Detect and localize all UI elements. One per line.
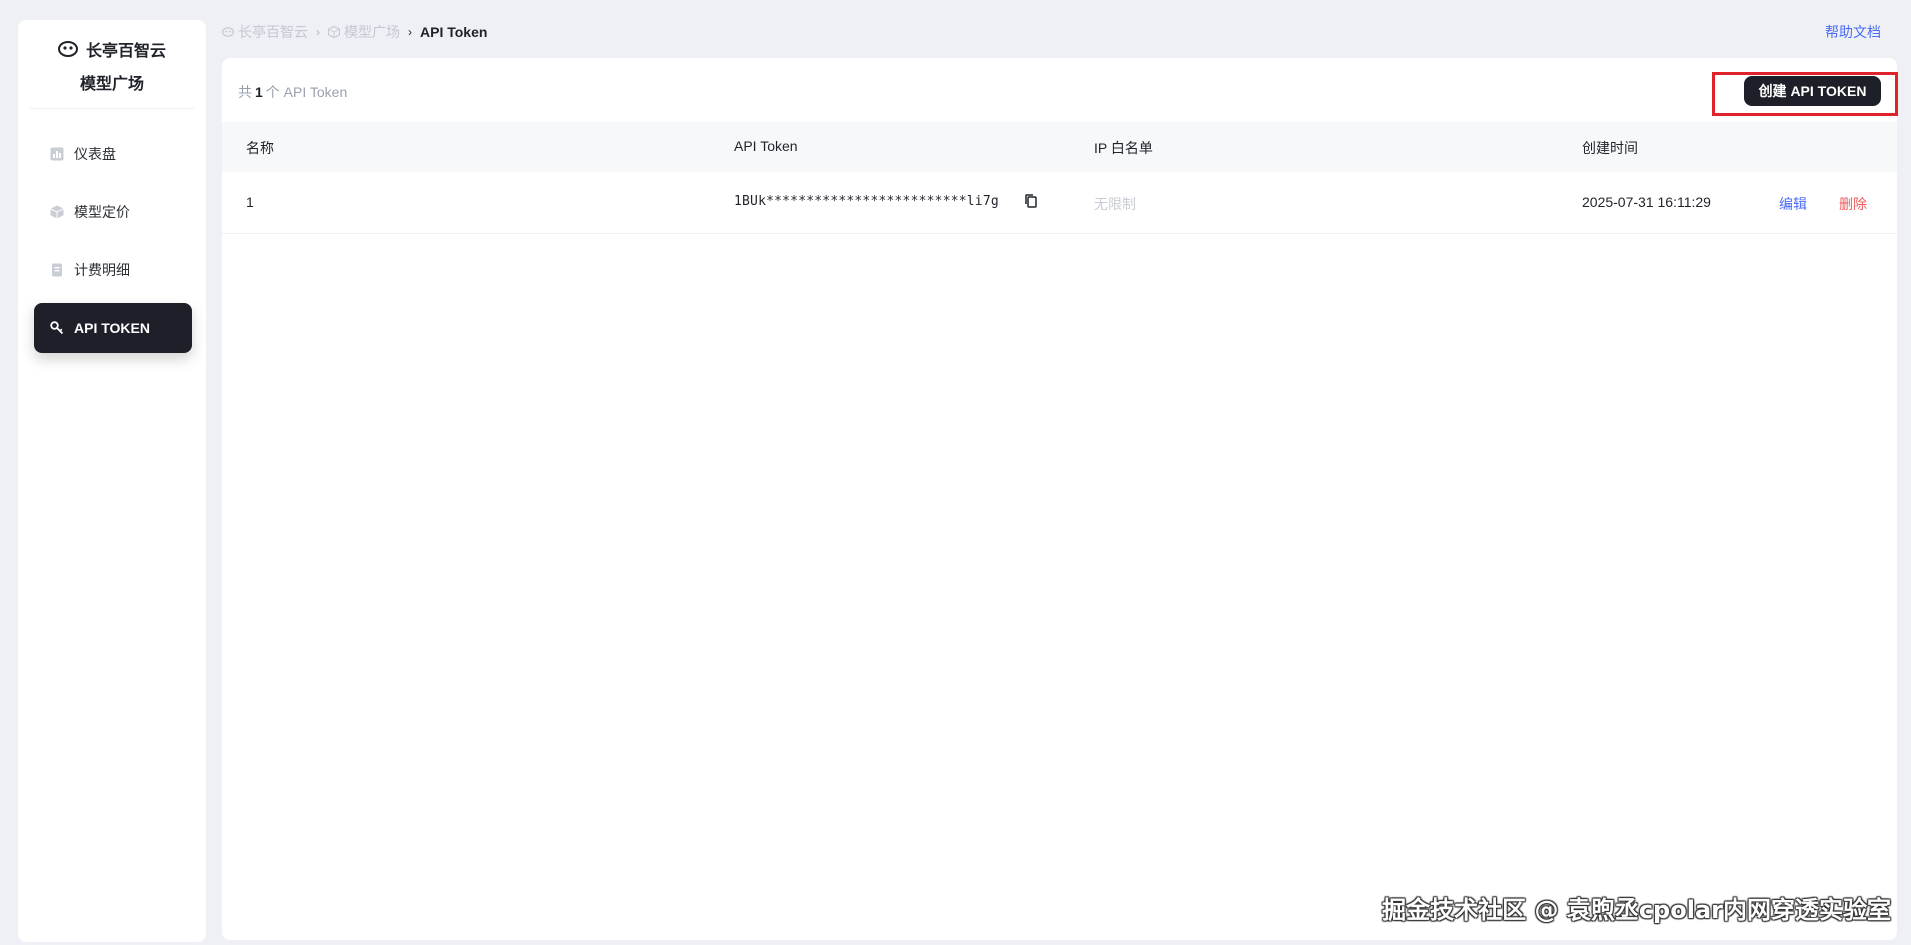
cell-created-at: 2025-07-31 16:11:29 xyxy=(1582,194,1711,210)
chevron-right-icon: › xyxy=(408,25,412,39)
column-header-name: 名称 xyxy=(246,140,274,156)
sidebar-item-api-token[interactable]: API TOKEN xyxy=(34,303,192,353)
breadcrumb: 长亭百智云 › 模型广场 › API Token xyxy=(222,22,487,42)
breadcrumb-item-model-plaza[interactable]: 模型广场 xyxy=(328,22,400,42)
edit-button[interactable]: 编辑 xyxy=(1779,194,1807,214)
breadcrumb-label: 模型广场 xyxy=(344,24,400,40)
panel-header: 共1个 API Token 创建 API TOKEN xyxy=(222,58,1898,122)
app-root: 长亭百智云 模型广场 仪表盘 模型定价 计费明细 API TOKEN 长亭百智云… xyxy=(0,0,1911,945)
sidebar-item-label: 仪表盘 xyxy=(74,146,116,162)
table-row: 1 1BUk*************************li7g 无限制 … xyxy=(222,172,1897,234)
logo-icon xyxy=(57,41,78,57)
breadcrumb-item-home[interactable]: 长亭百智云 xyxy=(222,22,308,42)
token-count: 共1个 API Token xyxy=(238,82,347,102)
divider xyxy=(30,108,194,109)
watermark: 掘金技术社区 @ 袁煦丞cpolar内网穿透实验室 xyxy=(1382,896,1891,924)
cell-ip-whitelist: 无限制 xyxy=(1094,196,1136,212)
help-docs-link[interactable]: 帮助文档 xyxy=(1825,22,1881,42)
sidebar-menu: 仪表盘 模型定价 计费明细 API TOKEN xyxy=(18,129,206,353)
brand-name: 长亭百智云 xyxy=(85,43,166,60)
breadcrumb-label: API Token xyxy=(420,24,488,40)
brand-subtitle: 模型广场 xyxy=(79,76,144,93)
token-panel: 共1个 API Token 创建 API TOKEN 名称 API Token … xyxy=(222,58,1898,940)
key-icon xyxy=(50,321,64,335)
cube-icon xyxy=(328,26,340,38)
count-value: 1 xyxy=(255,84,263,100)
table-header: 名称 API Token IP 白名单 创建时间 xyxy=(222,122,1897,172)
column-header-api-token: API Token xyxy=(734,138,798,154)
brand: 长亭百智云 模型广场 xyxy=(18,20,206,109)
sidebar-item-dashboard[interactable]: 仪表盘 xyxy=(34,129,192,179)
count-prefix: 共 xyxy=(238,84,252,100)
dashboard-icon xyxy=(50,147,64,161)
logo-icon xyxy=(222,27,234,37)
breadcrumb-item-current: API Token xyxy=(420,24,487,40)
count-suffix: 个 API Token xyxy=(265,84,348,100)
sidebar-item-billing-details[interactable]: 计费明细 xyxy=(34,245,192,295)
chevron-right-icon: › xyxy=(316,25,320,39)
brand-row[interactable]: 长亭百智云 xyxy=(18,38,206,60)
receipt-icon xyxy=(52,263,62,277)
cell-name: 1 xyxy=(246,194,254,210)
sidebar-item-model-pricing[interactable]: 模型定价 xyxy=(34,187,192,237)
sidebar-item-label: API TOKEN xyxy=(74,320,150,336)
cell-api-token: 1BUk*************************li7g xyxy=(734,194,999,209)
sidebar-item-label: 模型定价 xyxy=(74,204,130,220)
create-api-token-button[interactable]: 创建 API TOKEN xyxy=(1744,76,1881,106)
sidebar-item-label: 计费明细 xyxy=(74,262,130,278)
sidebar: 长亭百智云 模型广场 仪表盘 模型定价 计费明细 API TOKEN xyxy=(18,20,206,942)
copy-icon[interactable] xyxy=(1023,193,1039,209)
column-header-created-at: 创建时间 xyxy=(1582,140,1638,156)
column-header-ip-whitelist: IP 白名单 xyxy=(1094,140,1153,156)
delete-button[interactable]: 删除 xyxy=(1839,194,1867,214)
cube-icon xyxy=(50,205,64,219)
breadcrumb-label: 长亭百智云 xyxy=(238,24,308,40)
